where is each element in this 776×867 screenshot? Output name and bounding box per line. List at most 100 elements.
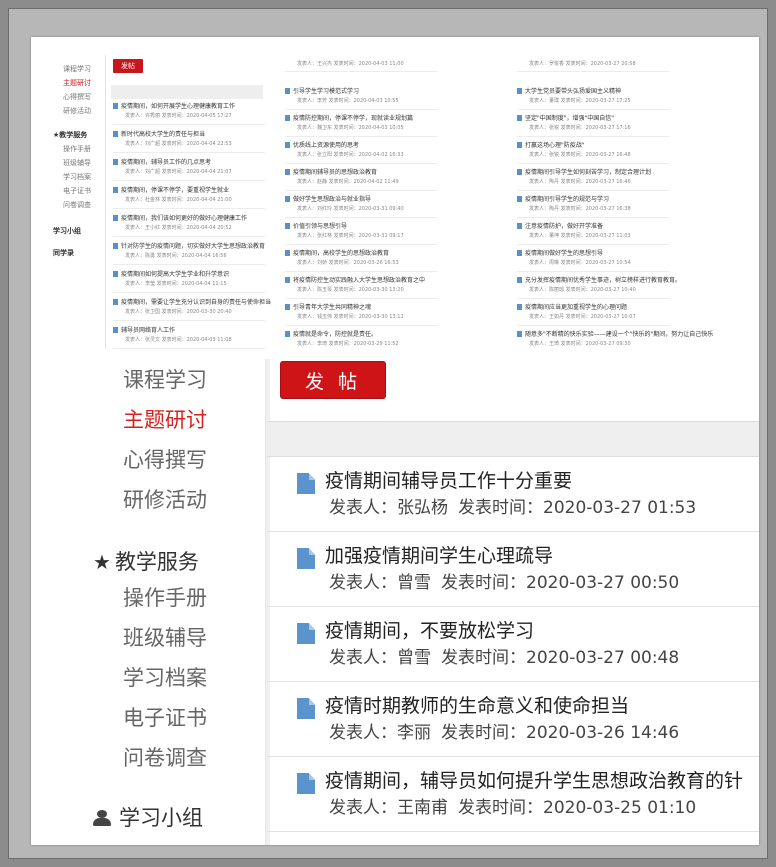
document-icon <box>297 623 315 644</box>
preview-post-title[interactable]: 疫情期间，我们该如何更好的做好心理健康工作 <box>121 215 247 222</box>
sidebar-item-training-activity[interactable]: 研修活动 <box>123 487 207 513</box>
post-title[interactable]: 疫情时期教师的生命意义和使命担当 <box>325 694 629 718</box>
preview-nav-activity[interactable]: 研修活动 <box>63 107 91 115</box>
preview-list-header <box>111 85 263 99</box>
row-divider <box>113 264 265 265</box>
row-divider <box>285 217 437 218</box>
post-row[interactable]: 疫情期间，辅导员如何提升学生思想政治教育的针 发表人：王南甫 发表时间：2020-… <box>267 757 759 832</box>
time-label: 发表时间： <box>458 798 543 818</box>
document-icon <box>285 250 290 256</box>
preview-nav-course[interactable]: 课程学习 <box>63 65 91 73</box>
preview-post-title[interactable]: 引导青年大学生共同精神之魂 <box>293 304 371 311</box>
document-icon <box>297 698 315 719</box>
document-icon <box>517 250 522 256</box>
row-divider <box>285 244 437 245</box>
post-title[interactable]: 疫情期间，不要放松学习 <box>325 619 534 643</box>
preview-post-meta: 发表人：赵静 发表时间：2020-04-02 11:49 <box>297 179 399 185</box>
sidebar-section-study-group[interactable]: 学习小组 <box>93 805 203 831</box>
post-row[interactable]: 疫情时期教师的生命意义和使命担当 发表人：李丽 发表时间：2020-03-26 1… <box>267 682 759 757</box>
preview-post-title[interactable]: 疫情就是命令，防控就是责任。 <box>293 331 377 338</box>
post-time: 2020-03-27 00:48 <box>526 648 680 668</box>
preview-post-title[interactable]: 坚定"中国制度"，增强"中国自信" <box>525 115 614 122</box>
post-author: 曾雪 <box>397 573 431 593</box>
preview-post-meta: 发表人：张卫国 发表时间：2020-03-30 20:40 <box>125 309 232 315</box>
preview-post-title[interactable]: 随意多"不断精的快乐实验——建设一个"快乐的"期间，努力让自己快乐 <box>525 331 713 338</box>
preview-post-title[interactable]: 辅导员网络育人工作 <box>121 327 175 334</box>
preview-post-title[interactable]: 将疫情防控生动实践融入大学生思想政治教育之中 <box>293 277 425 284</box>
preview-post-title[interactable]: 疫情期间，需要让学生充分认识到自身的责任与使命担当 <box>121 299 271 306</box>
preview-post-title[interactable]: 疫情期间，停课不停学，要重视学生就业 <box>121 187 229 194</box>
preview-post-title[interactable]: 疫情期间应当更加重视学生的心理问题 <box>525 304 627 311</box>
preview-post-meta: 发表人：张锐 发表时间：2020-03-27 17:16 <box>529 125 631 131</box>
preview-post-title[interactable]: 新时代高校大学生的责任与担当 <box>121 131 205 138</box>
post-row[interactable]: 加强疫情期间学生心理疏导 发表人：曾雪 发表时间：2020-03-27 00:50 <box>267 532 759 607</box>
row-divider <box>517 163 669 164</box>
preview-post-title[interactable]: 疫情期间，高校学生的思想政治教育 <box>293 250 389 257</box>
row-divider <box>113 236 265 237</box>
preview-post-meta: 发表人：张立阳 发表时间：2020-04-02 16:33 <box>297 152 404 158</box>
preview-post-title[interactable]: 疫情期间引导学生如何刻苦学习，制定合理计划 <box>525 169 651 176</box>
post-title[interactable]: 加强疫情期间学生心理疏导 <box>325 544 553 568</box>
sidebar-item-topic-discussion[interactable]: 主题研讨 <box>123 407 207 433</box>
preview-nav-tutor[interactable]: 班级辅导 <box>63 159 91 167</box>
preview-post-meta: 发表人：陈勇 发表时间：2020-04-04 16:56 <box>125 253 227 259</box>
document-icon <box>113 187 118 193</box>
preview-post-button[interactable]: 发帖 <box>113 59 143 73</box>
preview-post-title[interactable]: 做好学生思想政治与就业指导 <box>293 196 371 203</box>
post-title[interactable]: 疫情期间，辅导员如何提升学生思想政治教育的针 <box>325 769 743 793</box>
document-icon <box>285 304 290 310</box>
preview-post-title[interactable]: 充分发挥疫情期间优秀学生事迹，树立榜样进行教育教育。 <box>525 277 681 284</box>
preview-post-title[interactable]: 引导学生学习模范式学习 <box>293 88 359 95</box>
sidebar-item-class-tutoring[interactable]: 班级辅导 <box>123 625 207 651</box>
preview-post-title[interactable]: 疫情期间做好学生的思想引导 <box>525 250 603 257</box>
preview-post-title[interactable]: 注意疫情防护，做好开学准备 <box>525 223 603 230</box>
preview-post-title[interactable]: 疫情防控期间，停课不停学，现就读业规划篇 <box>293 115 413 122</box>
sidebar-section-label: 教学服务 <box>114 550 199 574</box>
row-divider <box>285 109 437 110</box>
preview-post-meta: 发表人：董坤 发表时间：2020-03-27 11:03 <box>529 233 631 239</box>
preview-post-title[interactable]: 针对防学生的疫情问题，切实做好大学生思想政治教育 <box>121 243 265 250</box>
preview-post-title[interactable]: 价值引领与思想引导 <box>293 223 347 230</box>
preview-post-meta: 发表人：李芳 发表时间：2020-04-03 10:55 <box>297 98 399 104</box>
sidebar-item-survey[interactable]: 问卷调查 <box>123 745 207 771</box>
post-time: 2020-03-27 00:50 <box>526 573 680 593</box>
row-divider <box>285 163 437 164</box>
preview-section-group[interactable]: 学习小组 <box>53 227 81 235</box>
row-divider <box>517 190 669 191</box>
post-button[interactable]: 发 帖 <box>280 361 386 399</box>
preview-post-title[interactable]: 疫情期间，如何开展学生心理健康教育工作 <box>121 103 235 110</box>
preview-nav-archive[interactable]: 学习档案 <box>63 173 91 181</box>
row-divider <box>517 298 669 299</box>
sidebar-item-course-study[interactable]: 课程学习 <box>123 367 207 393</box>
post-title[interactable]: 疫情期间辅导员工作十分重要 <box>325 469 572 493</box>
preview-post-meta: 发表人：张红林 发表时间：2020-03-31 09:17 <box>297 233 404 239</box>
document-icon <box>285 277 290 283</box>
preview-post-title[interactable]: 疫情期间引导学生的规范与学习 <box>525 196 609 203</box>
preview-nav-topic[interactable]: 主题研讨 <box>63 79 91 87</box>
preview-post-title[interactable]: 疫情期间辅导员的思想政治教育 <box>293 169 377 176</box>
sidebar-item-learning-archive[interactable]: 学习档案 <box>123 665 207 691</box>
time-label: 发表时间： <box>458 498 543 518</box>
sidebar-item-experience-writing[interactable]: 心得撰写 <box>123 447 207 473</box>
preview-post-meta: 发表人：刘娇 发表时间：2020-03-26 16:53 <box>297 260 399 266</box>
preview-post-title[interactable]: 打赢这场心理"防疫战" <box>525 142 585 149</box>
document-icon <box>517 304 522 310</box>
preview-post-title[interactable]: 优质线上资源使用的思考 <box>293 142 359 149</box>
sidebar-item-e-certificate[interactable]: 电子证书 <box>123 705 207 731</box>
preview-nav-notes[interactable]: 心得撰写 <box>63 93 91 101</box>
preview-post-title[interactable]: 疫情期间，辅导员工作的几点思考 <box>121 159 211 166</box>
preview-nav-certificate[interactable]: 电子证书 <box>63 187 91 195</box>
sidebar-section-label: 学习小组 <box>119 806 203 830</box>
preview-nav-manual[interactable]: 操作手册 <box>63 145 91 153</box>
sidebar-item-manual[interactable]: 操作手册 <box>123 585 207 611</box>
preview-nav-survey[interactable]: 问卷调查 <box>63 201 91 209</box>
preview-section-classmates[interactable]: 同学录 <box>53 249 74 257</box>
preview-post-title[interactable]: 大学生党员要带头弘扬爱国主义精神 <box>525 88 621 95</box>
preview-post-title[interactable]: 疫情期间如何提高大学生学业和升学意识 <box>121 271 229 278</box>
author-label: 发表人： <box>329 573 397 593</box>
post-row[interactable]: 疫情期间，不要放松学习 发表人：曾雪 发表时间：2020-03-27 00:48 <box>267 607 759 682</box>
post-row[interactable]: 疫情期间辅导员工作十分重要 发表人：张弘杨 发表时间：2020-03-27 01:… <box>267 457 759 532</box>
preview-post-meta: 发表人：陈丽琼 发表时间：2020-03-27 10:40 <box>529 287 636 293</box>
row-divider <box>285 136 437 137</box>
row-divider <box>113 152 265 153</box>
